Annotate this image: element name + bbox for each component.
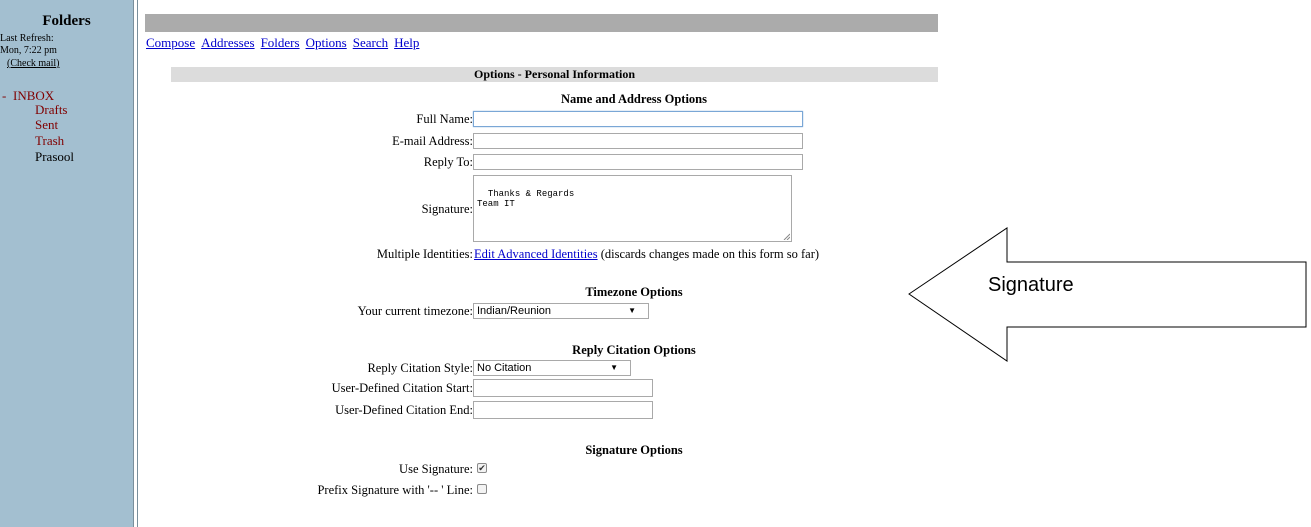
folders-title: Folders bbox=[42, 13, 91, 29]
resize-grip-icon[interactable] bbox=[783, 233, 790, 240]
last-refresh-label: Last Refresh: bbox=[0, 33, 54, 44]
reply-to-input[interactable] bbox=[473, 154, 803, 170]
use-signature-label: Use Signature: bbox=[399, 462, 473, 476]
use-signature-checkbox[interactable]: ✔ bbox=[477, 463, 487, 473]
prefix-signature-checkbox[interactable] bbox=[477, 484, 487, 494]
citation-style-select[interactable]: No Citation ▼ bbox=[473, 360, 631, 376]
timezone-select[interactable]: Indian/Reunion ▼ bbox=[473, 303, 649, 319]
nav-addresses[interactable]: Addresses bbox=[201, 35, 254, 50]
nav-options[interactable]: Options bbox=[306, 35, 347, 50]
timezone-section-title: Timezone Options bbox=[585, 285, 683, 299]
folder-sidebar: Folders Last Refresh: Mon, 7:22 pm (Chec… bbox=[0, 0, 133, 527]
signature-text: Thanks & Regards Team IT bbox=[477, 189, 575, 209]
check-mail-link[interactable]: (Check mail) bbox=[7, 58, 59, 69]
multiple-identities-label: Multiple Identities: bbox=[376, 247, 473, 261]
citation-style-value: No Citation bbox=[477, 362, 532, 374]
nav-search[interactable]: Search bbox=[353, 35, 388, 50]
folder-inbox[interactable]: INBOX bbox=[13, 89, 54, 103]
nav-compose[interactable]: Compose bbox=[146, 35, 195, 50]
citation-start-input[interactable] bbox=[473, 379, 653, 397]
timezone-value: Indian/Reunion bbox=[477, 305, 552, 317]
nav-help[interactable]: Help bbox=[394, 35, 419, 50]
dropdown-arrow-icon: ▼ bbox=[628, 306, 636, 315]
callout-label: Signature bbox=[988, 274, 1074, 296]
inbox-expand-toggle[interactable]: - bbox=[2, 89, 6, 103]
last-refresh-time: Mon, 7:22 pm bbox=[0, 45, 57, 56]
full-name-label: Full Name: bbox=[416, 112, 473, 126]
signature-options-section-title: Signature Options bbox=[585, 443, 683, 457]
citation-end-label: User-Defined Citation End: bbox=[335, 403, 473, 417]
folder-drafts[interactable]: Drafts bbox=[35, 103, 68, 117]
edit-advanced-identities-link[interactable]: Edit Advanced Identities bbox=[474, 247, 598, 261]
email-label: E-mail Address: bbox=[392, 134, 473, 148]
panel-title: Options - Personal Information bbox=[171, 67, 938, 82]
identities-note: (discards changes made on this form so f… bbox=[600, 247, 820, 261]
dropdown-arrow-icon: ▼ bbox=[610, 363, 618, 372]
citation-end-input[interactable] bbox=[473, 401, 653, 419]
folder-prasool[interactable]: Prasool bbox=[35, 150, 74, 164]
checkmark-icon: ✔ bbox=[478, 463, 486, 473]
nav-folders[interactable]: Folders bbox=[261, 35, 300, 50]
folder-sent[interactable]: Sent bbox=[35, 118, 58, 132]
name-address-section-title: Name and Address Options bbox=[561, 92, 707, 106]
prefix-signature-label: Prefix Signature with '-- ' Line: bbox=[317, 483, 473, 497]
frame-divider[interactable] bbox=[133, 0, 138, 527]
timezone-label: Your current timezone: bbox=[357, 304, 473, 318]
signature-label: Signature: bbox=[421, 202, 473, 216]
header-bar bbox=[145, 14, 938, 32]
citation-start-label: User-Defined Citation Start: bbox=[331, 381, 473, 395]
main-nav: Compose Addresses Folders Options Search Help bbox=[146, 35, 425, 51]
reply-citation-section-title: Reply Citation Options bbox=[572, 343, 696, 357]
full-name-input[interactable] bbox=[473, 111, 803, 127]
reply-to-label: Reply To: bbox=[423, 155, 473, 169]
callout-arrow-icon bbox=[908, 227, 1307, 362]
citation-style-label: Reply Citation Style: bbox=[367, 361, 473, 375]
signature-textarea[interactable]: Thanks & Regards Team IT bbox=[473, 175, 792, 242]
email-input[interactable] bbox=[473, 133, 803, 149]
folder-trash[interactable]: Trash bbox=[35, 134, 64, 148]
